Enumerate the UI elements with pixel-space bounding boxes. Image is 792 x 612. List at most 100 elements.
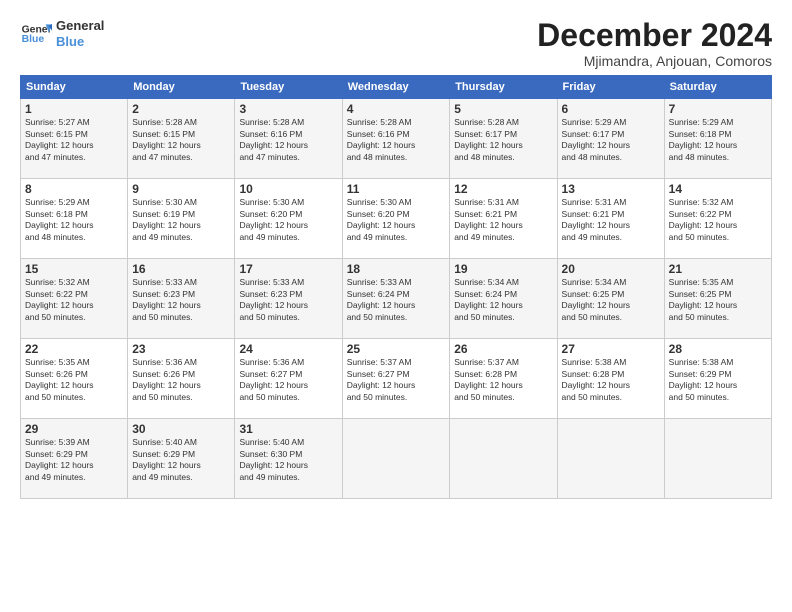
daylight-label: Daylight: 12 hours [25,140,94,150]
sunset-label: Sunset: 6:24 PM [347,289,410,299]
sunset-label: Sunset: 6:21 PM [562,209,625,219]
daylight-minutes: and 49 minutes. [347,232,407,242]
calendar-cell: 1 Sunrise: 5:27 AM Sunset: 6:15 PM Dayli… [21,99,128,179]
daylight-minutes: and 50 minutes. [562,392,622,402]
calendar-cell: 17 Sunrise: 5:33 AM Sunset: 6:23 PM Dayl… [235,259,342,339]
day-number: 29 [25,422,123,436]
sunset-label: Sunset: 6:22 PM [25,289,88,299]
daylight-minutes: and 47 minutes. [132,152,192,162]
day-number: 27 [562,342,660,356]
daylight-minutes: and 49 minutes. [132,232,192,242]
sunrise-label: Sunrise: 5:29 AM [562,117,627,127]
daylight-minutes: and 49 minutes. [132,472,192,482]
daylight-label: Daylight: 12 hours [454,300,523,310]
day-info: Sunrise: 5:36 AM Sunset: 6:26 PM Dayligh… [132,357,230,403]
sunrise-label: Sunrise: 5:30 AM [347,197,412,207]
day-info: Sunrise: 5:36 AM Sunset: 6:27 PM Dayligh… [239,357,337,403]
day-info: Sunrise: 5:30 AM Sunset: 6:19 PM Dayligh… [132,197,230,243]
calendar-cell: 18 Sunrise: 5:33 AM Sunset: 6:24 PM Dayl… [342,259,450,339]
sunset-label: Sunset: 6:28 PM [454,369,517,379]
daylight-label: Daylight: 12 hours [239,380,308,390]
daylight-label: Daylight: 12 hours [25,460,94,470]
daylight-minutes: and 50 minutes. [239,312,299,322]
sunrise-label: Sunrise: 5:36 AM [239,357,304,367]
day-info: Sunrise: 5:32 AM Sunset: 6:22 PM Dayligh… [669,197,767,243]
day-number: 11 [347,182,446,196]
calendar-week-row: 8 Sunrise: 5:29 AM Sunset: 6:18 PM Dayli… [21,179,772,259]
daylight-label: Daylight: 12 hours [132,220,201,230]
daylight-label: Daylight: 12 hours [454,140,523,150]
sunrise-label: Sunrise: 5:27 AM [25,117,90,127]
calendar-cell: 20 Sunrise: 5:34 AM Sunset: 6:25 PM Dayl… [557,259,664,339]
daylight-label: Daylight: 12 hours [25,300,94,310]
daylight-label: Daylight: 12 hours [562,220,631,230]
calendar-cell: 22 Sunrise: 5:35 AM Sunset: 6:26 PM Dayl… [21,339,128,419]
day-number: 9 [132,182,230,196]
svg-text:Blue: Blue [22,34,45,45]
daylight-minutes: and 50 minutes. [25,392,85,402]
daylight-minutes: and 49 minutes. [239,232,299,242]
day-number: 22 [25,342,123,356]
day-info: Sunrise: 5:33 AM Sunset: 6:23 PM Dayligh… [132,277,230,323]
sunrise-label: Sunrise: 5:31 AM [454,197,519,207]
sunset-label: Sunset: 6:20 PM [347,209,410,219]
calendar-week-row: 29 Sunrise: 5:39 AM Sunset: 6:29 PM Dayl… [21,419,772,499]
sunset-label: Sunset: 6:17 PM [454,129,517,139]
sunrise-label: Sunrise: 5:35 AM [669,277,734,287]
daylight-minutes: and 50 minutes. [25,312,85,322]
calendar-cell: 8 Sunrise: 5:29 AM Sunset: 6:18 PM Dayli… [21,179,128,259]
sunrise-label: Sunrise: 5:33 AM [347,277,412,287]
weekday-header-wednesday: Wednesday [342,76,450,99]
daylight-minutes: and 50 minutes. [454,392,514,402]
sunrise-label: Sunrise: 5:31 AM [562,197,627,207]
day-number: 16 [132,262,230,276]
calendar-cell: 30 Sunrise: 5:40 AM Sunset: 6:29 PM Dayl… [128,419,235,499]
day-info: Sunrise: 5:29 AM Sunset: 6:17 PM Dayligh… [562,117,660,163]
sunrise-label: Sunrise: 5:30 AM [132,197,197,207]
sunset-label: Sunset: 6:24 PM [454,289,517,299]
day-info: Sunrise: 5:33 AM Sunset: 6:23 PM Dayligh… [239,277,337,323]
day-info: Sunrise: 5:37 AM Sunset: 6:27 PM Dayligh… [347,357,446,403]
day-info: Sunrise: 5:27 AM Sunset: 6:15 PM Dayligh… [25,117,123,163]
month-title: December 2024 [537,18,772,53]
day-info: Sunrise: 5:35 AM Sunset: 6:25 PM Dayligh… [669,277,767,323]
daylight-label: Daylight: 12 hours [132,140,201,150]
day-number: 28 [669,342,767,356]
calendar-cell: 9 Sunrise: 5:30 AM Sunset: 6:19 PM Dayli… [128,179,235,259]
calendar-week-row: 15 Sunrise: 5:32 AM Sunset: 6:22 PM Dayl… [21,259,772,339]
sunrise-label: Sunrise: 5:29 AM [669,117,734,127]
sunrise-label: Sunrise: 5:34 AM [562,277,627,287]
daylight-label: Daylight: 12 hours [669,380,738,390]
sunrise-label: Sunrise: 5:34 AM [454,277,519,287]
daylight-label: Daylight: 12 hours [239,220,308,230]
day-number: 31 [239,422,337,436]
daylight-label: Daylight: 12 hours [669,220,738,230]
sunset-label: Sunset: 6:19 PM [132,209,195,219]
day-info: Sunrise: 5:32 AM Sunset: 6:22 PM Dayligh… [25,277,123,323]
day-number: 17 [239,262,337,276]
daylight-label: Daylight: 12 hours [132,380,201,390]
daylight-label: Daylight: 12 hours [239,140,308,150]
sunset-label: Sunset: 6:15 PM [25,129,88,139]
day-info: Sunrise: 5:34 AM Sunset: 6:24 PM Dayligh… [454,277,552,323]
day-info: Sunrise: 5:33 AM Sunset: 6:24 PM Dayligh… [347,277,446,323]
daylight-minutes: and 50 minutes. [132,392,192,402]
calendar-cell [450,419,557,499]
day-info: Sunrise: 5:40 AM Sunset: 6:30 PM Dayligh… [239,437,337,483]
weekday-header-monday: Monday [128,76,235,99]
sunrise-label: Sunrise: 5:28 AM [239,117,304,127]
daylight-minutes: and 48 minutes. [347,152,407,162]
daylight-label: Daylight: 12 hours [239,460,308,470]
sunset-label: Sunset: 6:16 PM [347,129,410,139]
calendar-cell: 6 Sunrise: 5:29 AM Sunset: 6:17 PM Dayli… [557,99,664,179]
logo-icon: General Blue [20,18,52,50]
sunset-label: Sunset: 6:29 PM [669,369,732,379]
sunrise-label: Sunrise: 5:39 AM [25,437,90,447]
sunrise-label: Sunrise: 5:40 AM [132,437,197,447]
calendar-cell: 26 Sunrise: 5:37 AM Sunset: 6:28 PM Dayl… [450,339,557,419]
sunrise-label: Sunrise: 5:28 AM [132,117,197,127]
day-info: Sunrise: 5:28 AM Sunset: 6:15 PM Dayligh… [132,117,230,163]
day-number: 24 [239,342,337,356]
sunrise-label: Sunrise: 5:29 AM [25,197,90,207]
daylight-label: Daylight: 12 hours [669,140,738,150]
